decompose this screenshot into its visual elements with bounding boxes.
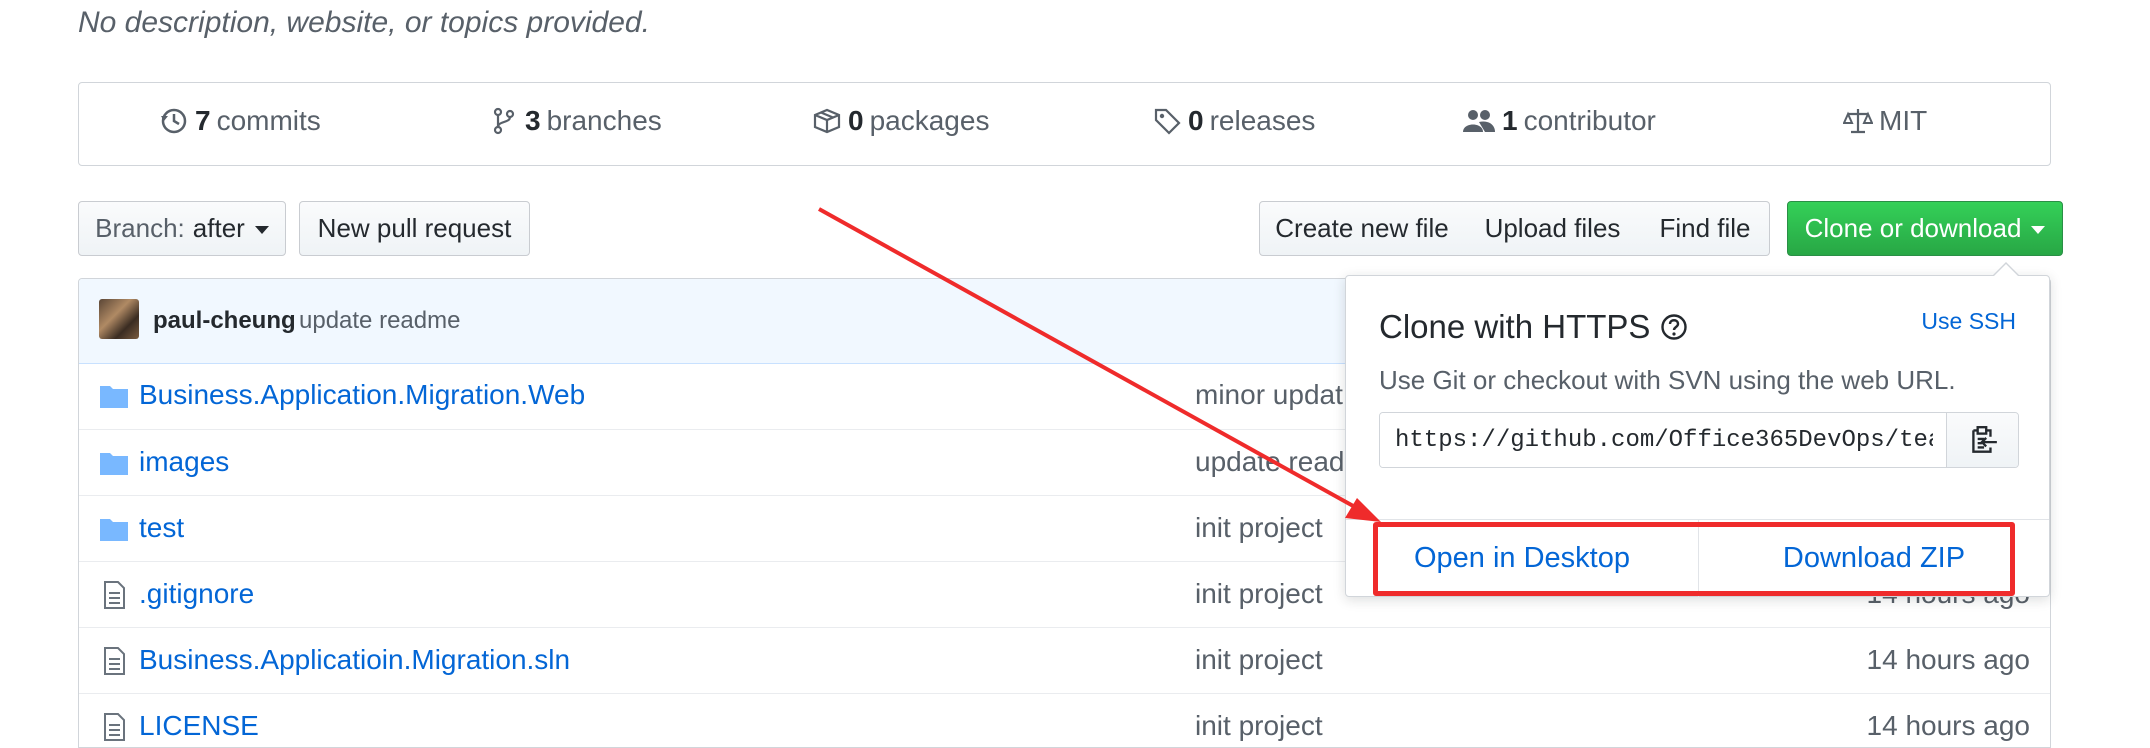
releases-link[interactable]: 0 releases — [1152, 105, 1315, 137]
clone-or-download-button[interactable]: Clone or download — [1787, 201, 2063, 256]
find-file-button[interactable]: Find file — [1641, 201, 1770, 256]
chevron-down-icon — [254, 226, 269, 234]
folder-icon — [100, 519, 128, 541]
clone-or-download-label: Clone or download — [1804, 213, 2022, 243]
license-link[interactable]: MIT — [1843, 105, 1927, 137]
file-commit-message[interactable]: update read — [1195, 446, 1344, 478]
branch-select-button[interactable]: Branch: after — [78, 201, 286, 256]
file-name-link[interactable]: Business.Application.Migration.Web — [139, 379, 585, 411]
clone-title-text: Clone with HTTPS — [1379, 308, 1651, 345]
file-name-link[interactable]: Business.Applicatioin.Migration.sln — [139, 644, 570, 676]
create-new-file-button[interactable]: Create new file — [1259, 201, 1465, 256]
commit-message[interactable]: update readme — [299, 307, 460, 335]
history-icon — [161, 108, 187, 134]
file-row: LICENSE init project 14 hours ago — [79, 693, 2050, 747]
packages-count: 0 — [848, 105, 864, 136]
copy-url-button[interactable] — [1946, 413, 2018, 467]
chevron-down-icon — [2031, 226, 2046, 234]
use-ssh-link[interactable]: Use SSH — [1921, 308, 2016, 335]
branches-link[interactable]: 3 branches — [489, 105, 662, 137]
branch-icon — [493, 107, 515, 135]
clone-url-group — [1379, 412, 2019, 468]
file-commit-message[interactable]: init project — [1195, 710, 1323, 742]
clone-subtitle: Use Git or checkout with SVN using the w… — [1379, 365, 1956, 395]
releases-count: 0 — [1188, 105, 1204, 136]
clipboard-icon — [1971, 426, 1997, 453]
file-icon — [104, 581, 125, 609]
repo-description: No description, website, or topics provi… — [78, 6, 650, 39]
new-pull-request-button[interactable]: New pull request — [299, 201, 530, 256]
file-age: 14 hours ago — [1866, 644, 2030, 675]
packages-label: packages — [869, 105, 990, 136]
file-name-link[interactable]: .gitignore — [139, 578, 254, 610]
people-icon — [1463, 110, 1495, 132]
file-age: 14 hours ago — [1866, 710, 2030, 741]
folder-icon — [100, 386, 128, 408]
file-name-link[interactable]: LICENSE — [139, 710, 259, 742]
repo-stats-bar: 7 commits 3 branches 0 packages 0 releas… — [78, 82, 2051, 166]
annotation-highlight-box — [1373, 522, 2015, 596]
branches-count: 3 — [525, 105, 541, 136]
contributors-link[interactable]: 1 contributor — [1462, 105, 1656, 137]
file-name-link[interactable]: images — [139, 446, 229, 478]
releases-label: releases — [1209, 105, 1316, 136]
file-commit-message[interactable]: minor updat — [1195, 379, 1343, 411]
file-commit-message[interactable]: init project — [1195, 512, 1323, 544]
contributors-count: 1 — [1502, 105, 1518, 136]
file-icon — [104, 713, 125, 741]
commits-link[interactable]: 7 commits — [159, 105, 321, 137]
file-row: Business.Applicatioin.Migration.sln init… — [79, 627, 2050, 694]
license-label: MIT — [1879, 105, 1928, 136]
packages-link[interactable]: 0 packages — [812, 105, 989, 137]
commit-author[interactable]: paul-cheung — [153, 307, 296, 335]
avatar[interactable] — [99, 299, 139, 339]
commits-count: 7 — [195, 105, 211, 136]
branches-label: branches — [546, 105, 662, 136]
commits-label: commits — [216, 105, 321, 136]
folder-icon — [100, 453, 128, 475]
file-commit-message[interactable]: init project — [1195, 578, 1323, 610]
file-name-link[interactable]: test — [139, 512, 184, 544]
file-commit-message[interactable]: init project — [1195, 644, 1323, 676]
branch-name: after — [192, 213, 245, 243]
tag-icon — [1154, 108, 1181, 135]
help-icon[interactable] — [1660, 313, 1688, 341]
package-icon — [813, 108, 841, 134]
file-icon — [104, 647, 125, 675]
clone-title: Clone with HTTPS — [1379, 308, 1688, 346]
upload-files-button[interactable]: Upload files — [1464, 201, 1642, 256]
contributors-label: contributor — [1523, 105, 1656, 136]
clone-url-input[interactable] — [1380, 413, 1948, 467]
branch-prefix: Branch: — [95, 213, 185, 243]
law-icon — [1843, 109, 1873, 134]
